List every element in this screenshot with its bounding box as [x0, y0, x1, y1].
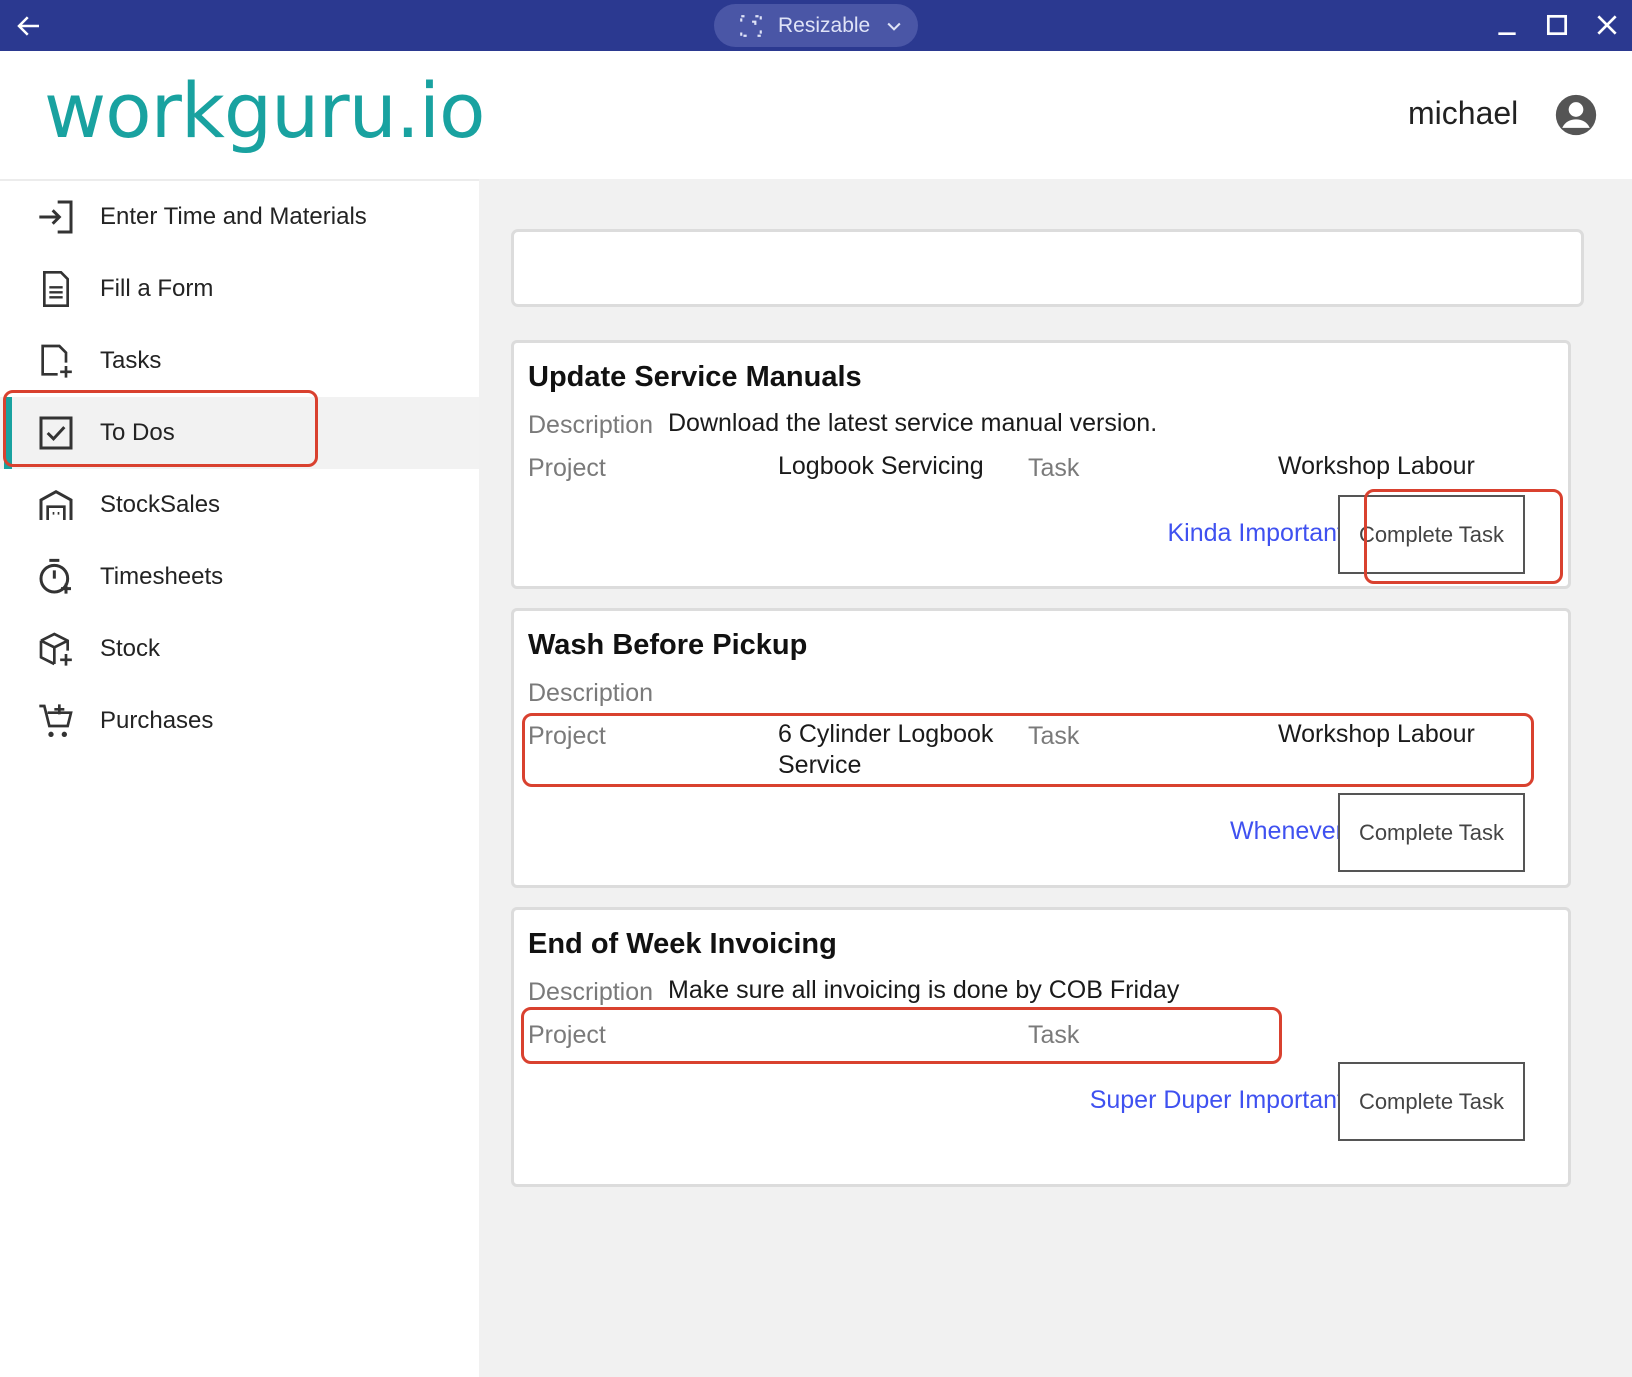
username[interactable]: michael	[1408, 95, 1518, 132]
minimize-icon[interactable]	[1494, 12, 1520, 38]
todo-card: Wash Before Pickup Description Project 6…	[511, 608, 1571, 888]
chevron-down-icon	[887, 22, 901, 31]
sidebar-nav: Enter Time and Materials Fill a Form Tas…	[0, 179, 479, 1377]
sidebar-item-fill-a-form[interactable]: Fill a Form	[0, 253, 479, 325]
form-document-icon	[43, 271, 69, 307]
maximize-icon[interactable]	[1544, 12, 1570, 38]
priority-link[interactable]: Kinda Important	[1168, 519, 1345, 548]
enter-icon	[39, 200, 73, 234]
app-header: workguru.io michael	[0, 51, 1632, 179]
search-input[interactable]	[511, 229, 1584, 307]
back-arrow-icon[interactable]	[14, 11, 44, 41]
sidebar-item-label: StockSales	[100, 491, 221, 518]
todo-card: End of Week Invoicing Description Make s…	[511, 907, 1571, 1187]
checkbox-icon	[39, 416, 73, 450]
sidebar-item-to-dos[interactable]: To Dos	[0, 397, 479, 469]
window-mode-label: Resizable	[778, 13, 871, 37]
sidebar-item-purchases[interactable]: Purchases	[0, 685, 479, 757]
task-label: Task	[1028, 722, 1080, 750]
sidebar-item-tasks[interactable]: Tasks	[0, 325, 479, 397]
todo-description: Make sure all invoicing is done by COB F…	[668, 976, 1180, 1004]
todo-title: End of Week Invoicing	[528, 928, 837, 960]
sidebar-item-label: To Dos	[100, 419, 175, 446]
task-add-icon	[41, 344, 72, 378]
store-icon	[39, 489, 73, 520]
todo-title: Wash Before Pickup	[528, 629, 808, 661]
todo-description: Download the latest service manual versi…	[668, 409, 1158, 437]
priority-link[interactable]: Super Duper Important	[1090, 1086, 1344, 1115]
workguru-logo: workguru.io	[44, 66, 486, 155]
sidebar-item-label: Enter Time and Materials	[100, 203, 367, 230]
description-label: Description	[528, 411, 654, 439]
description-label: Description	[528, 679, 654, 707]
sidebar-item-timesheets[interactable]: Timesheets	[0, 541, 479, 613]
sidebar-item-label: Stock	[100, 635, 161, 662]
complete-task-button[interactable]: Complete Task	[1338, 1062, 1525, 1141]
description-label: Description	[528, 978, 654, 1006]
task-label: Task	[1028, 1021, 1080, 1049]
sidebar-item-stocksales[interactable]: StockSales	[0, 469, 479, 541]
project-label: Project	[528, 454, 606, 482]
sidebar-item-enter-time-and-materials[interactable]: Enter Time and Materials	[0, 181, 479, 253]
todo-card: Update Service Manuals Description Downl…	[511, 340, 1571, 589]
close-icon[interactable]	[1594, 12, 1620, 38]
sidebar-item-label: Fill a Form	[100, 275, 214, 302]
stopwatch-icon	[39, 558, 71, 594]
window-mode-dropdown[interactable]: Resizable	[714, 4, 918, 47]
task-label: Task	[1028, 454, 1080, 482]
priority-link[interactable]: Whenever	[1230, 817, 1344, 846]
todos-main: Update Service Manuals Description Downl…	[479, 179, 1632, 1377]
sidebar-item-label: Timesheets	[100, 563, 224, 590]
window-titlebar: Resizable	[0, 0, 1632, 51]
todo-project: 6 Cylinder Logbook Service	[778, 720, 994, 779]
complete-task-button[interactable]: Complete Task	[1338, 793, 1525, 872]
account-avatar-icon[interactable]	[1554, 93, 1598, 137]
todo-title: Update Service Manuals	[528, 361, 862, 393]
todo-task: Workshop Labour	[1278, 720, 1475, 748]
project-label: Project	[528, 722, 606, 750]
cart-add-icon	[39, 704, 73, 737]
todo-project: Logbook Servicing	[778, 452, 984, 480]
box-add-icon	[39, 632, 72, 666]
todo-task: Workshop Labour	[1278, 452, 1475, 480]
sidebar-item-label: Purchases	[100, 707, 214, 734]
complete-task-button[interactable]: Complete Task	[1338, 495, 1525, 574]
resize-icon	[740, 14, 762, 37]
project-label: Project	[528, 1021, 606, 1049]
sidebar-item-stock[interactable]: Stock	[0, 613, 479, 685]
sidebar-item-label: Tasks	[100, 347, 162, 374]
